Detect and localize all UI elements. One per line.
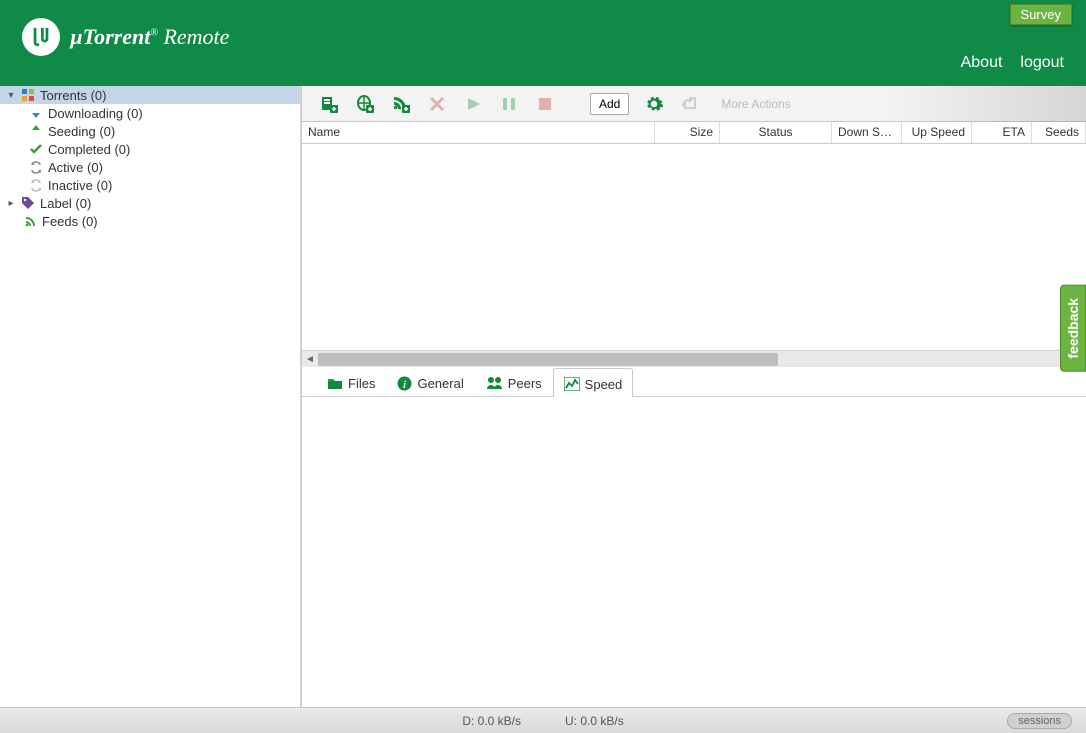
sidebar-item-completed[interactable]: Completed (0) [0, 140, 300, 158]
add-button[interactable]: Add [590, 93, 629, 115]
column-header[interactable]: Status [720, 122, 832, 143]
add-torrent-icon[interactable] [318, 93, 340, 115]
peers-icon [486, 376, 503, 390]
sidebar-item-label: Seeding (0) [48, 124, 115, 139]
sidebar-item-torrents[interactable]: ▾ Torrents (0) [0, 86, 300, 104]
feeds-icon [22, 213, 38, 229]
tab-label: Files [348, 376, 375, 391]
stop-icon [534, 93, 556, 115]
upload-speed: U: 0.0 kB/s [565, 714, 624, 728]
column-header[interactable]: Name [302, 122, 655, 143]
app-logo: µTorrent® Remote [22, 18, 229, 56]
sidebar-item-label-group[interactable]: ▸ Label (0) [0, 194, 300, 212]
sidebar-item-inactive[interactable]: Inactive (0) [0, 176, 300, 194]
about-link[interactable]: About [961, 54, 1003, 72]
sidebar-item-label: Downloading (0) [48, 106, 143, 121]
scroll-left-icon[interactable]: ◄ [302, 351, 318, 367]
info-icon: i [397, 376, 412, 391]
tab-label: General [417, 376, 463, 391]
feedback-tab[interactable]: feedback [1060, 285, 1086, 372]
folder-icon [327, 376, 343, 390]
expand-icon[interactable]: ▾ [6, 90, 16, 101]
toolbar: Add More Actions [302, 86, 1086, 122]
header-links: About logout [961, 54, 1064, 72]
sidebar: ▾ Torrents (0) Downloading (0) Seeding (… [0, 86, 301, 707]
sidebar-item-seeding[interactable]: Seeding (0) [0, 122, 300, 140]
seed-icon [28, 123, 44, 139]
add-url-icon[interactable] [354, 93, 376, 115]
active-icon [28, 159, 44, 175]
tab-peers[interactable]: Peers [475, 367, 553, 396]
complete-icon [28, 141, 44, 157]
column-header[interactable]: Seeds [1032, 122, 1086, 143]
column-header[interactable]: Size [655, 122, 720, 143]
speed-icon [564, 377, 580, 391]
sidebar-item-label: Completed (0) [48, 142, 130, 157]
tab-label: Peers [508, 376, 542, 391]
grid-header: NameSizeStatusDown Sp...Up SpeedETASeeds [302, 122, 1086, 144]
sidebar-item-label: Active (0) [48, 160, 103, 175]
sidebar-item-label: Label (0) [40, 196, 91, 211]
logout-link[interactable]: logout [1020, 54, 1064, 72]
remove-icon [426, 93, 448, 115]
column-header[interactable]: Down Sp... [832, 122, 902, 143]
start-icon [462, 93, 484, 115]
main-panel: Add More Actions NameSizeStatusDown Sp..… [301, 86, 1086, 707]
tab-speed[interactable]: Speed [553, 368, 634, 397]
body-area: ▾ Torrents (0) Downloading (0) Seeding (… [0, 86, 1086, 707]
sessions-button[interactable]: sessions [1007, 713, 1072, 729]
download-speed: D: 0.0 kB/s [462, 714, 521, 728]
toolbar-shadow [886, 86, 1086, 122]
sidebar-item-active[interactable]: Active (0) [0, 158, 300, 176]
tab-files[interactable]: Files [316, 367, 386, 396]
more-actions-link[interactable]: More Actions [721, 97, 790, 111]
detail-body [302, 397, 1086, 707]
survey-button[interactable]: Survey [1010, 4, 1072, 25]
grid-body [302, 144, 1086, 350]
torrents-icon [20, 87, 36, 103]
statusbar: D: 0.0 kB/s U: 0.0 kB/s sessions [0, 707, 1086, 733]
settings-icon[interactable] [643, 93, 665, 115]
sidebar-item-label: Feeds (0) [42, 214, 98, 229]
download-icon [28, 105, 44, 121]
label-icon [20, 195, 36, 211]
add-rss-icon[interactable] [390, 93, 412, 115]
share-icon [679, 93, 701, 115]
column-header[interactable]: Up Speed [902, 122, 972, 143]
horizontal-scrollbar[interactable]: ◄ ► [302, 350, 1086, 367]
tab-label: Speed [585, 377, 623, 392]
app-title: µTorrent® Remote [70, 24, 229, 50]
scrollbar-thumb[interactable] [318, 353, 778, 366]
expand-icon[interactable]: ▸ [6, 198, 16, 209]
tab-general[interactable]: i General [386, 367, 474, 396]
sidebar-item-downloading[interactable]: Downloading (0) [0, 104, 300, 122]
column-header[interactable]: ETA [972, 122, 1032, 143]
app-header: µTorrent® Remote Survey About logout [0, 0, 1086, 86]
detail-tabs: Files i General Peers Speed [302, 367, 1086, 397]
pause-icon [498, 93, 520, 115]
sidebar-item-label: Torrents (0) [40, 88, 106, 103]
sidebar-item-feeds[interactable]: Feeds (0) [0, 212, 300, 230]
sidebar-item-label: Inactive (0) [48, 178, 112, 193]
inactive-icon [28, 177, 44, 193]
logo-icon [22, 18, 60, 56]
